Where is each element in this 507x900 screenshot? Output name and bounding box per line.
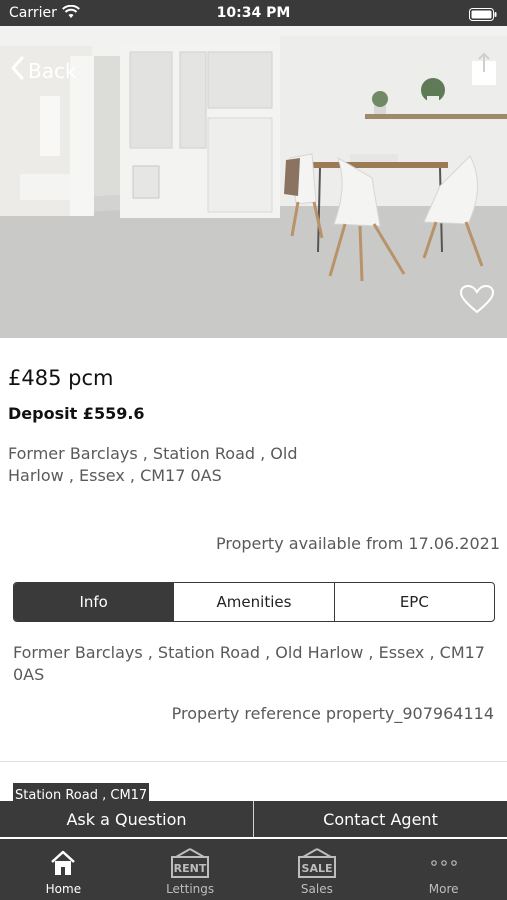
share-button[interactable] — [471, 52, 497, 90]
price-label: £485 pcm — [8, 366, 114, 390]
heart-icon — [459, 284, 495, 318]
property-photo[interactable]: Back — [0, 26, 507, 338]
share-icon — [471, 52, 497, 90]
tab-bar-home-label: Home — [45, 882, 82, 896]
property-reference: Property reference property_907964114 — [171, 704, 494, 723]
ask-question-button[interactable]: Ask a Question — [0, 801, 253, 837]
contact-agent-button[interactable]: Contact Agent — [253, 801, 507, 837]
status-bar: Carrier 10:34 PM — [0, 0, 507, 26]
sale-sign-icon: SALE — [297, 846, 337, 880]
home-icon — [49, 846, 77, 880]
map-location-label: Station Road , CM17 — [13, 783, 150, 801]
info-address: Former Barclays , Station Road , Old Har… — [13, 643, 485, 684]
sale-badge-text: SALE — [301, 862, 332, 875]
availability-label: Property available from 17.06.2021 — [215, 534, 500, 553]
tab-bar-lettings-label: Lettings — [166, 882, 215, 896]
tab-bar-more[interactable]: More — [380, 839, 507, 900]
tab-amenities[interactable]: Amenities — [173, 583, 333, 621]
back-label: Back — [28, 58, 77, 83]
tab-bar-lettings[interactable]: RENT Lettings — [127, 839, 254, 900]
bottom-tab-bar: Home RENT Lettings SALE Sales More — [0, 839, 507, 900]
tab-epc[interactable]: EPC — [333, 583, 494, 621]
property-address: Former Barclays , Station Road , Old Har… — [8, 444, 298, 485]
action-bar: Ask a Question Contact Agent — [0, 801, 507, 837]
tab-bar-more-label: More — [428, 882, 459, 896]
rent-badge-text: RENT — [174, 862, 207, 875]
deposit-label: Deposit £559.6 — [8, 404, 145, 423]
more-icon — [430, 846, 458, 880]
tab-bar-sales[interactable]: SALE Sales — [254, 839, 381, 900]
divider — [0, 761, 507, 762]
back-button[interactable]: Back — [10, 56, 77, 85]
tab-info[interactable]: Info — [14, 583, 174, 621]
battery-icon — [469, 6, 497, 25]
clock: 10:34 PM — [216, 5, 291, 21]
detail-tabs: Info Amenities EPC — [13, 582, 495, 622]
rent-sign-icon: RENT — [170, 846, 210, 880]
favourite-button[interactable] — [459, 284, 495, 318]
tab-bar-home[interactable]: Home — [0, 839, 127, 900]
chevron-left-icon — [10, 56, 24, 85]
tab-bar-sales-label: Sales — [300, 882, 333, 896]
